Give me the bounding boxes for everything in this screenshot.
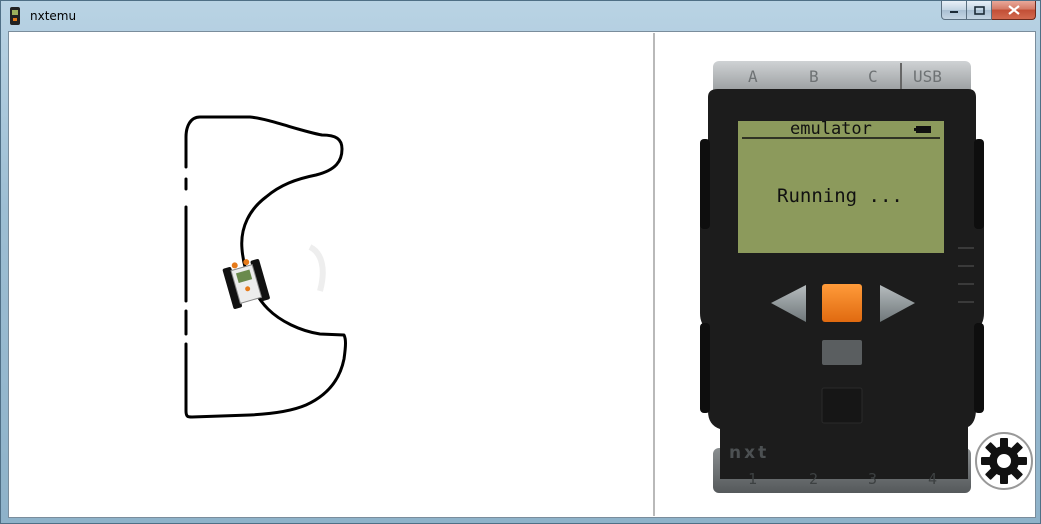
settings-button[interactable] [974,431,1034,491]
window-title: nxtemu [30,9,77,23]
port-label-1: 1 [748,470,758,488]
client-area: A B C USB 1 2 3 4 emulator Running ... n… [8,31,1036,518]
title-bar[interactable]: nxtemu [1,1,1040,31]
port-label-2: 2 [809,470,819,488]
nxt-brick-panel: A B C USB 1 2 3 4 emulator Running ... n… [656,33,1035,516]
close-button[interactable] [992,1,1036,20]
minimize-button[interactable] [941,1,967,20]
screen-status: Running ... [777,185,903,207]
nxt-brand-logo: nxt [729,443,770,463]
enter-button[interactable] [822,284,862,322]
port-label-a: A [748,67,758,86]
port-label-4: 4 [928,470,938,488]
app-window: nxtemu A B C USB 1 2 3 4 emulator Runnin… [0,0,1041,524]
battery-icon [916,126,931,133]
track-drawing [184,115,347,419]
maximize-button[interactable] [967,1,992,20]
maximize-icon [973,5,985,15]
caption-buttons [941,1,1036,21]
minimize-icon [950,11,958,13]
port-label-b: B [809,67,819,86]
sensor-trace [308,244,326,292]
back-button[interactable] [822,340,862,365]
port-label-3: 3 [868,470,878,488]
close-icon [1007,5,1020,15]
gear-icon [975,432,1033,490]
port-label-usb: USB [913,67,942,86]
screen-title: emulator [790,119,872,139]
simulation-canvas[interactable] [10,33,655,516]
port-label-c: C [868,67,878,86]
nxt-app-icon [10,7,20,25]
